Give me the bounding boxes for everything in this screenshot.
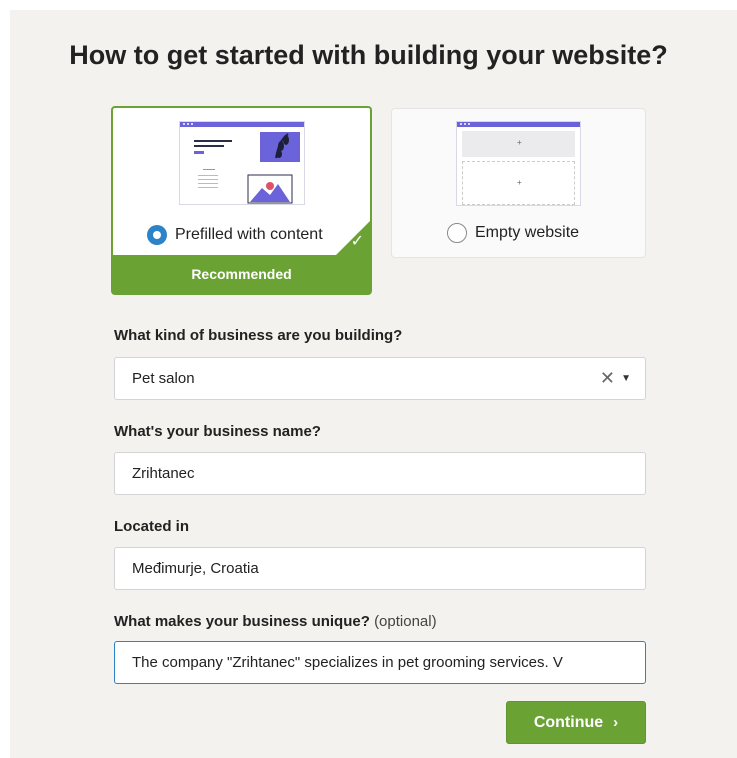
chevron-right-icon: ›: [613, 714, 619, 731]
recommended-badge: Recommended: [113, 255, 370, 293]
prefilled-preview-thumbnail: [179, 121, 305, 205]
unique-description-input[interactable]: The company "Zrihtanec" specializes in p…: [114, 641, 646, 684]
page-title: How to get started with building your we…: [69, 40, 668, 70]
prefilled-option-label: Prefilled with content: [175, 226, 323, 243]
prefilled-preview-illustration: [194, 132, 300, 204]
continue-button[interactable]: Continue ›: [506, 701, 646, 744]
location-input[interactable]: Međimurje, Croatia: [114, 547, 646, 590]
prefilled-radio-row[interactable]: Prefilled with content: [147, 225, 323, 245]
add-section-icon: +: [517, 178, 522, 187]
empty-option-label: Empty website: [475, 224, 580, 241]
business-kind-select[interactable]: Pet salon ✕ ▼: [114, 357, 646, 400]
business-kind-value: Pet salon: [132, 370, 195, 387]
business-kind-label: What kind of business are you building?: [114, 327, 403, 344]
unique-label-text: What makes your business unique?: [114, 613, 370, 630]
location-label: Located in: [114, 518, 190, 535]
empty-radio-row[interactable]: Empty website: [447, 223, 579, 243]
add-section-icon: +: [517, 138, 522, 147]
prefilled-option-card[interactable]: Prefilled with content ✓ Recommended: [111, 106, 372, 295]
business-name-input[interactable]: Zrihtanec: [114, 452, 646, 495]
optional-hint: (optional): [374, 613, 437, 630]
chevron-down-icon[interactable]: ▼: [621, 358, 631, 399]
empty-website-option-card[interactable]: + + Empty website: [391, 108, 646, 258]
prefilled-radio-button[interactable]: [147, 225, 167, 245]
checkmark-icon: ✓: [350, 233, 364, 250]
business-name-label: What's your business name?: [114, 423, 321, 440]
clear-icon[interactable]: ✕: [600, 358, 615, 399]
unique-label: What makes your business unique? (option…: [114, 613, 437, 630]
empty-preview-thumbnail: + +: [456, 121, 581, 206]
empty-radio-button[interactable]: [447, 223, 467, 243]
continue-button-label: Continue: [533, 713, 604, 731]
